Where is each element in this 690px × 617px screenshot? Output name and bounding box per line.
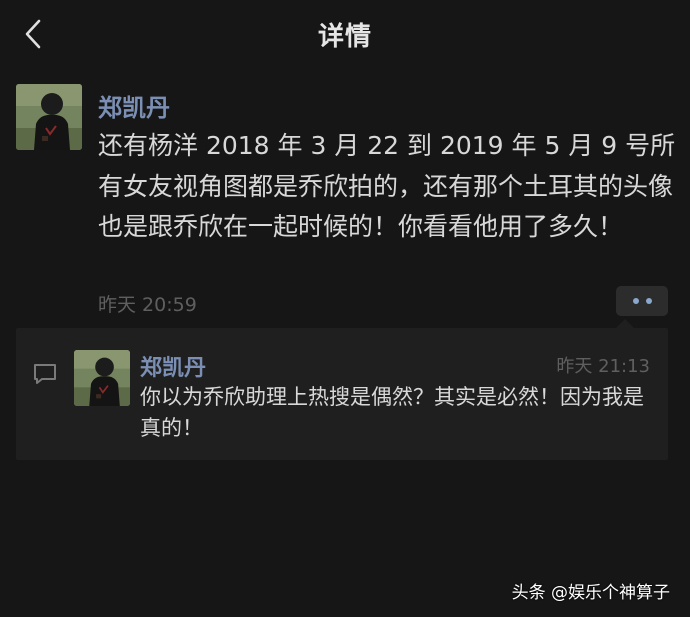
comment-avatar[interactable] [74, 350, 130, 406]
comment-timestamp: 昨天 21:13 [556, 356, 650, 377]
post-author-name[interactable]: 郑凯丹 [98, 88, 170, 123]
comments-section: 郑凯丹 昨天 21:13 你以为乔欣助理上热搜是偶然？其实是必然！因为我是真的！ [16, 319, 668, 460]
avatar[interactable] [16, 84, 82, 150]
page-title: 详情 [317, 22, 372, 52]
post-actions-button[interactable] [616, 286, 668, 316]
avatar-image [74, 350, 130, 406]
top-nav-bar: 详情 [0, 0, 690, 70]
more-dots-icon [632, 298, 639, 304]
comment-text[interactable]: 你以为乔欣助理上热搜是偶然？其实是必然！因为我是真的！ [140, 382, 664, 444]
avatar-image [16, 84, 82, 150]
post-content: 还有杨洋 2018 年 3 月 22 到 2019 年 5 月 9 号所有女友视… [98, 131, 676, 241]
more-dots-icon [645, 298, 652, 304]
comment-icon [32, 362, 58, 386]
comment-author-name[interactable]: 郑凯丹 [140, 350, 206, 382]
post-timestamp: 昨天 20:59 [98, 294, 197, 316]
watermark: 头条 @娱乐个神算子 [511, 583, 670, 603]
